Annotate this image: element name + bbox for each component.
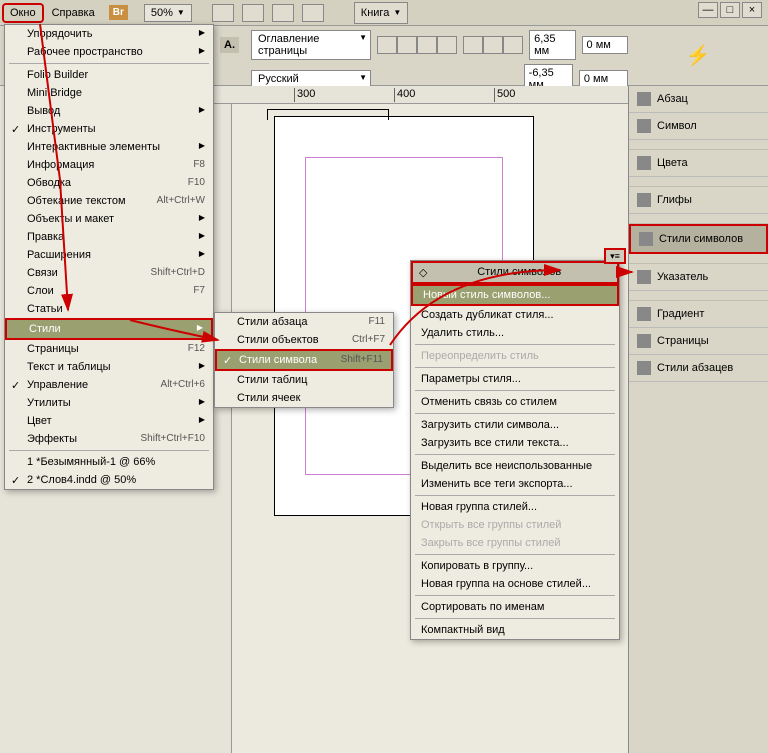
submenu-item[interactable]: Стили объектовCtrl+F7 xyxy=(215,331,393,349)
char-styles-panel-menu: ◇Стили символов Новый стиль символов...С… xyxy=(410,260,620,640)
ruler-horizontal: 300 400 500 xyxy=(214,86,628,104)
panel-menu-item[interactable]: Параметры стиля... xyxy=(411,370,619,388)
menu-item[interactable]: Стили xyxy=(5,318,213,340)
panel-dock: АбзацСимвол Цвета Глифы Стили символов Указа… xyxy=(628,86,768,753)
panel-icon xyxy=(637,361,651,375)
submenu-item[interactable]: Стили таблиц xyxy=(215,371,393,389)
menu-item[interactable]: Рабочее пространство xyxy=(5,43,213,61)
panel-icon xyxy=(639,232,653,246)
panel-tab[interactable]: Глифы xyxy=(629,187,768,214)
panel-menu-item: Закрыть все группы стилей xyxy=(411,534,619,552)
menu-item[interactable]: УправлениеAlt+Ctrl+6 xyxy=(5,376,213,394)
gpu-icon[interactable]: ⚡ xyxy=(686,43,711,68)
menu-window[interactable]: Окно xyxy=(2,3,44,23)
character-icon: A. xyxy=(220,37,239,53)
indent-field[interactable]: 0 мм xyxy=(582,36,628,54)
menu-item[interactable]: СлоиF7 xyxy=(5,282,213,300)
close-button[interactable]: × xyxy=(742,2,762,18)
align-buttons[interactable] xyxy=(377,36,457,54)
align-buttons-2[interactable] xyxy=(463,36,523,54)
menu-item[interactable]: СтраницыF12 xyxy=(5,340,213,358)
minimize-button[interactable]: — xyxy=(698,2,718,18)
submenu-item[interactable]: Стили символаShift+F11 xyxy=(215,349,393,371)
panel-icon xyxy=(637,92,651,106)
styles-submenu: Стили абзацаF11Стили объектовCtrl+F7Стил… xyxy=(214,312,394,408)
book-dropdown[interactable]: Книга▼ xyxy=(354,2,408,24)
indent-field[interactable]: 6,35 мм xyxy=(529,30,575,60)
menu-item[interactable]: Цвет xyxy=(5,412,213,430)
panel-menu-item[interactable]: Отменить связь со стилем xyxy=(411,393,619,411)
panel-tab[interactable]: Цвета xyxy=(629,150,768,177)
toolbar-right: ⚡ xyxy=(628,26,768,86)
panel-menu-item[interactable]: Загрузить все стили текста... xyxy=(411,434,619,452)
menu-item[interactable]: ЭффектыShift+Ctrl+F10 xyxy=(5,430,213,448)
panel-menu-item[interactable]: Новый стиль символов... xyxy=(411,284,619,306)
menu-item[interactable]: Вывод xyxy=(5,102,213,120)
menu-item[interactable]: 2 *Слов4.indd @ 50% xyxy=(5,471,213,489)
menu-item[interactable]: Mini Bridge xyxy=(5,84,213,102)
window-controls: — □ × xyxy=(698,2,762,18)
toc-style-dropdown[interactable]: Оглавление страницы xyxy=(251,30,371,60)
panel-flyout-button[interactable]: ▾≡ xyxy=(604,248,626,264)
panel-menu-item[interactable]: Выделить все неиспользованные xyxy=(411,457,619,475)
arrange-icon[interactable] xyxy=(302,4,324,22)
menu-item[interactable]: Folio Builder xyxy=(5,66,213,84)
panel-icon xyxy=(637,270,651,284)
menu-item[interactable]: Утилиты xyxy=(5,394,213,412)
panel-menu-item: Переопределить стиль xyxy=(411,347,619,365)
panel-menu-item[interactable]: Создать дубликат стиля... xyxy=(411,306,619,324)
menu-item[interactable]: СвязиShift+Ctrl+D xyxy=(5,264,213,282)
panel-menu-header[interactable]: ◇Стили символов xyxy=(411,261,619,284)
panel-tab[interactable]: Указатель xyxy=(629,264,768,291)
submenu-item[interactable]: Стили ячеек xyxy=(215,389,393,407)
menu-item[interactable]: Упорядочить xyxy=(5,25,213,43)
panel-tab[interactable]: Стили абзацев xyxy=(629,355,768,382)
panel-menu-item[interactable]: Новая группа на основе стилей... xyxy=(411,575,619,593)
menu-item[interactable]: Обтекание текстомAlt+Ctrl+W xyxy=(5,192,213,210)
zoom-dropdown[interactable]: 50%▼ xyxy=(144,4,192,22)
panel-menu-item[interactable]: Компактный вид xyxy=(411,621,619,639)
panel-tab[interactable]: Абзац xyxy=(629,86,768,113)
menu-item[interactable]: Объекты и макет xyxy=(5,210,213,228)
menu-item[interactable]: Статьи xyxy=(5,300,213,318)
menu-item[interactable]: Расширения xyxy=(5,246,213,264)
panel-icon xyxy=(637,119,651,133)
panel-tab[interactable]: Символ xyxy=(629,113,768,140)
menu-item[interactable]: Текст и таблицы xyxy=(5,358,213,376)
menu-item[interactable]: Интерактивные элементы xyxy=(5,138,213,156)
panel-icon xyxy=(637,193,651,207)
panel-menu-item[interactable]: Изменить все теги экспорта... xyxy=(411,475,619,493)
panel-icon xyxy=(637,334,651,348)
menu-item[interactable]: ОбводкаF10 xyxy=(5,174,213,192)
panel-menu-item[interactable]: Загрузить стили символа... xyxy=(411,416,619,434)
panel-menu-item[interactable]: Удалить стиль... xyxy=(411,324,619,342)
panel-menu-item: Открыть все группы стилей xyxy=(411,516,619,534)
menubar: Окно Справка Br 50%▼ Книга▼ — □ × xyxy=(0,0,768,26)
panel-tab[interactable]: Стили символов xyxy=(629,224,768,254)
window-menu-dropdown: УпорядочитьРабочее пространство Folio Bui… xyxy=(4,24,214,490)
menu-item[interactable]: Правка xyxy=(5,228,213,246)
menu-item[interactable]: Инструменты xyxy=(5,120,213,138)
menu-item[interactable]: 1 *Безымянный-1 @ 66% xyxy=(5,453,213,471)
screen-mode-icon[interactable] xyxy=(272,4,294,22)
panel-tab[interactable]: Страницы xyxy=(629,328,768,355)
bridge-icon[interactable]: Br xyxy=(109,5,128,20)
panel-icon xyxy=(637,156,651,170)
view-mode-icon[interactable] xyxy=(242,4,264,22)
menu-help[interactable]: Справка xyxy=(44,3,103,23)
panel-tab[interactable]: Градиент xyxy=(629,301,768,328)
panel-menu-item[interactable]: Сортировать по именам xyxy=(411,598,619,616)
maximize-button[interactable]: □ xyxy=(720,2,740,18)
panel-icon xyxy=(637,307,651,321)
ruler-vertical xyxy=(214,104,232,753)
panel-menu-item[interactable]: Копировать в группу... xyxy=(411,557,619,575)
menu-item[interactable]: ИнформацияF8 xyxy=(5,156,213,174)
view-mode-icon[interactable] xyxy=(212,4,234,22)
submenu-item[interactable]: Стили абзацаF11 xyxy=(215,313,393,331)
panel-menu-item[interactable]: Новая группа стилей... xyxy=(411,498,619,516)
